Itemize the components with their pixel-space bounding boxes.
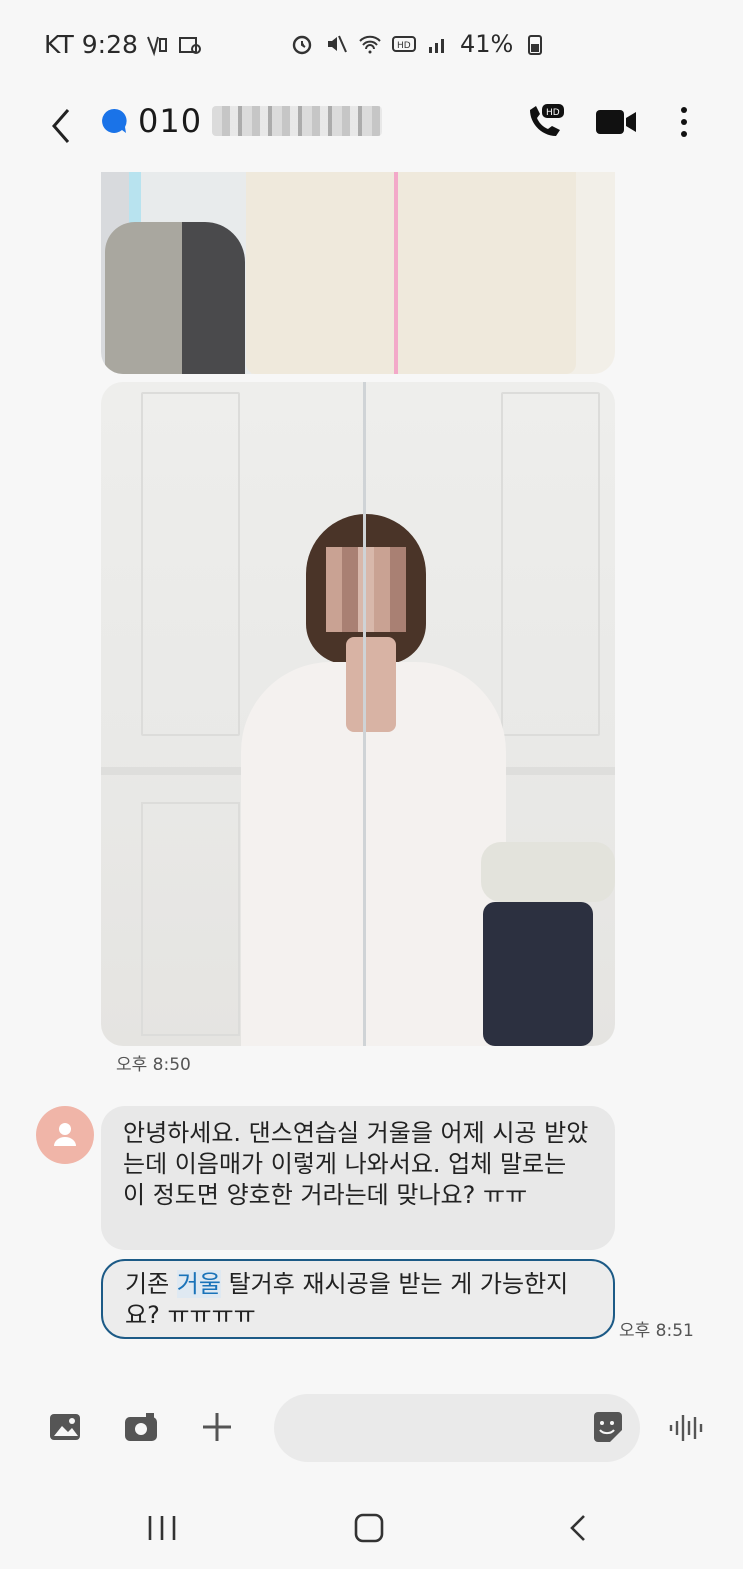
person-icon: [54, 1123, 76, 1146]
message-composer: [0, 1394, 743, 1464]
image-attachment-2[interactable]: [101, 382, 615, 1046]
sticker-icon[interactable]: [590, 1410, 624, 1444]
signal-icon: [429, 39, 444, 53]
message-bubble-2[interactable]: 기존 거울 탈거후 재시공을 받는 게 가능한지요? ㅠㅠㅠㅠ: [101, 1259, 615, 1339]
wifi-icon: [359, 35, 381, 54]
message-text-1: 안녕하세요. 댄스연습실 거울을 어제 시공 받았는데 이음매가 이렇게 나와서…: [123, 1119, 589, 1209]
conversation-header: 010 HD: [0, 88, 743, 168]
image-attachment-1[interactable]: [101, 172, 615, 374]
message-dot-icon: [102, 108, 127, 133]
plus-icon[interactable]: [200, 1410, 234, 1444]
message-text-2-before: 기존: [125, 1270, 177, 1298]
status-bar: KT 9:28 HD 41%: [0, 0, 743, 88]
wall-panel-left: [141, 392, 240, 736]
voice-wave-icon[interactable]: [668, 1412, 706, 1444]
battery-label: 41%: [460, 30, 514, 58]
message-timestamp: 오후 8:51: [619, 1321, 694, 1341]
alarm-icon: [292, 35, 312, 55]
mirror-seam-2: [363, 382, 366, 1046]
person-face-mosaic: [326, 547, 406, 632]
mute-icon: [328, 35, 347, 53]
status-right: HD 41%: [290, 30, 547, 58]
home-icon[interactable]: [351, 1510, 387, 1546]
recent-apps-icon[interactable]: [144, 1510, 180, 1546]
message-input[interactable]: [274, 1394, 640, 1462]
redacted-number: [212, 106, 383, 136]
clothes-shape: [105, 222, 245, 374]
contact-number: 010: [138, 102, 203, 140]
phone-in-hand: [346, 637, 396, 732]
wall-panel-right: [501, 392, 600, 736]
clock-label: 9:28: [81, 30, 138, 59]
hd-call-icon[interactable]: HD: [522, 102, 566, 142]
person-shirt-shape: [246, 172, 576, 374]
table-items: [481, 842, 615, 902]
status-left: KT 9:28: [44, 30, 202, 59]
contact-info[interactable]: 010: [100, 102, 383, 140]
svg-text:HD: HD: [397, 41, 411, 51]
gallery-icon[interactable]: [48, 1410, 82, 1444]
mirror-seam: [394, 172, 398, 374]
camera-icon[interactable]: [124, 1410, 158, 1444]
video-call-icon[interactable]: [594, 106, 638, 138]
sender-avatar[interactable]: [36, 1106, 94, 1164]
more-vertical-icon[interactable]: [670, 102, 698, 142]
battery-icon: [528, 35, 543, 55]
hd-voice-icon: HD: [392, 36, 416, 52]
system-back-icon[interactable]: [560, 1510, 596, 1546]
gallery-notify-icon: [178, 36, 201, 54]
svg-text:HD: HD: [546, 108, 560, 118]
bag-shape: [483, 902, 593, 1046]
message-text-2-highlight[interactable]: 거울: [176, 1270, 221, 1298]
image-timestamp: 오후 8:50: [116, 1055, 191, 1075]
wall-panel-lower-left: [141, 802, 240, 1036]
system-navigation-bar: [0, 1488, 743, 1569]
volte-icon: [146, 36, 167, 56]
message-bubble-1[interactable]: 안녕하세요. 댄스연습실 거울을 어제 시공 받았는데 이음매가 이렇게 나와서…: [101, 1106, 615, 1250]
carrier-label: KT: [44, 30, 74, 59]
back-arrow-icon[interactable]: [44, 106, 80, 146]
